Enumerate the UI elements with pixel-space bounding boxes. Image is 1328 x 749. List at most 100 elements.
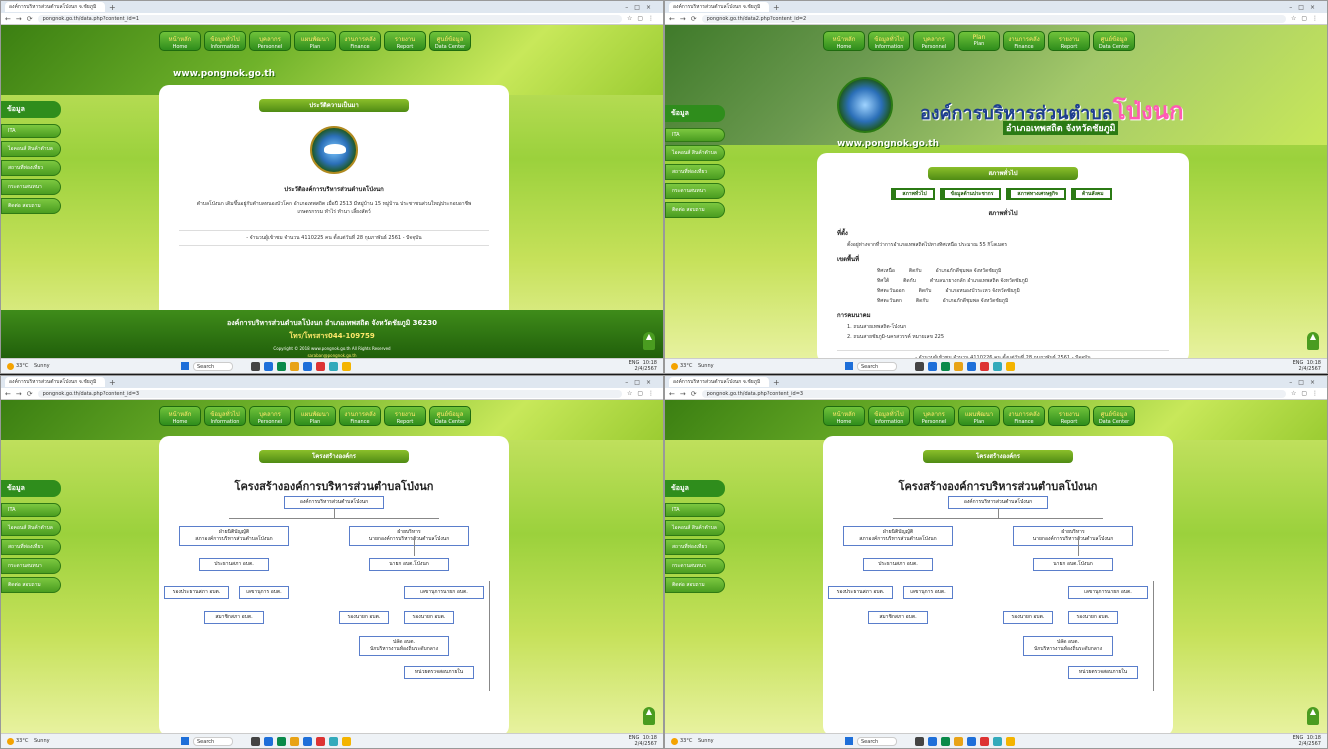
app-icon[interactable] bbox=[993, 736, 1002, 746]
sidebar-item-attractions[interactable]: สถานที่ท่องเที่ยว bbox=[665, 164, 725, 180]
app-icon[interactable] bbox=[303, 736, 312, 746]
sidebar-item-attractions[interactable]: สถานที่ท่องเที่ยว bbox=[1, 539, 61, 555]
sidebar-item-ita[interactable]: ITA bbox=[665, 503, 725, 517]
menu-personnel[interactable]: บุคลากร Personnel bbox=[913, 31, 955, 51]
system-tray[interactable]: ENG 10:18 2/4/2567 bbox=[1293, 735, 1327, 747]
menu-finance[interactable]: งานการคลัง Finance bbox=[1003, 406, 1045, 426]
menu-personnel[interactable]: บุคลากร Personnel bbox=[249, 31, 291, 51]
sidebar-item-contact[interactable]: ติดต่อ สอบถาม bbox=[1, 198, 61, 214]
app-icon[interactable] bbox=[264, 736, 273, 746]
weather-widget[interactable]: 33°C Sunny bbox=[1, 737, 61, 745]
menu-report[interactable]: รายงาน Report bbox=[384, 406, 426, 426]
window-controls[interactable]: –□× bbox=[625, 379, 663, 386]
browser-tab[interactable]: องค์การบริหารส่วนตำบลโป่งนก จ.ชัยภูมิ bbox=[5, 377, 105, 387]
menu-home[interactable]: หน้าหลัก Home bbox=[823, 31, 865, 51]
app-icon[interactable] bbox=[915, 736, 924, 746]
menu-personnel[interactable]: บุคลากร Personnel bbox=[913, 406, 955, 426]
app-icon[interactable] bbox=[928, 736, 937, 746]
app-icon[interactable] bbox=[251, 736, 260, 746]
app-icon[interactable] bbox=[928, 361, 937, 371]
sidebar-item-attractions[interactable]: สถานที่ท่องเที่ยว bbox=[665, 539, 725, 555]
new-tab-icon[interactable]: + bbox=[773, 378, 780, 387]
sidebar-item-forum[interactable]: กระดานสนทนา bbox=[665, 558, 725, 574]
tab-society[interactable]: ด้านสังคม bbox=[1073, 188, 1112, 200]
app-icon[interactable] bbox=[941, 361, 950, 371]
app-icon[interactable] bbox=[967, 736, 976, 746]
sidebar-item-contact[interactable]: ติดต่อ สอบถาม bbox=[665, 202, 725, 218]
menu-data-center[interactable]: ศูนย์ข้อมูล Data Center bbox=[1093, 406, 1135, 426]
windows-start-icon[interactable] bbox=[181, 737, 189, 745]
app-icon[interactable] bbox=[290, 361, 299, 371]
sidebar-item-products[interactable]: ไอคอนส์ สินค้าตำบล bbox=[665, 520, 725, 536]
toolbar-icons[interactable]: ☆▢⋮ bbox=[627, 390, 659, 397]
forward-icon[interactable]: → bbox=[680, 15, 686, 23]
taskbar-search[interactable]: Search bbox=[857, 361, 897, 371]
reload-icon[interactable]: ⟳ bbox=[27, 390, 33, 398]
scroll-top-icon[interactable]: ▲ bbox=[643, 707, 655, 725]
taskbar-search[interactable]: Search bbox=[857, 736, 897, 746]
menu-data-center[interactable]: ศูนย์ข้อมูล Data Center bbox=[1093, 31, 1135, 51]
sidebar-item-contact[interactable]: ติดต่อ สอบถาม bbox=[1, 577, 61, 593]
weather-widget[interactable]: 33°C Sunny bbox=[665, 362, 725, 370]
tab-population[interactable]: ข้อมูลด้านประชากร bbox=[942, 188, 1002, 200]
menu-report[interactable]: รายงาน Report bbox=[1048, 31, 1090, 51]
menu-plan[interactable]: แผนพัฒนา Plan bbox=[958, 406, 1000, 426]
system-tray[interactable]: ENG 10:18 2/4/2567 bbox=[1293, 360, 1327, 372]
app-icon[interactable] bbox=[941, 736, 950, 746]
toolbar-icons[interactable]: ☆▢⋮ bbox=[1291, 390, 1323, 397]
windows-start-icon[interactable] bbox=[845, 362, 853, 370]
app-icon[interactable] bbox=[954, 736, 963, 746]
app-icon[interactable] bbox=[290, 736, 299, 746]
scroll-top-icon[interactable]: ▲ bbox=[643, 332, 655, 350]
sidebar-item-forum[interactable]: กระดานสนทนา bbox=[665, 183, 725, 199]
menu-home[interactable]: หน้าหลัก Home bbox=[159, 31, 201, 51]
app-icon[interactable] bbox=[967, 361, 976, 371]
menu-information[interactable]: ข้อมูลทั่วไป Information bbox=[204, 31, 246, 51]
menu-information[interactable]: ข้อมูลทั่วไป Information bbox=[204, 406, 246, 426]
forward-icon[interactable]: → bbox=[680, 390, 686, 398]
menu-home[interactable]: หน้าหลัก Home bbox=[823, 406, 865, 426]
menu-plan[interactable]: Plan Plan bbox=[958, 31, 1000, 51]
taskbar-search[interactable]: Search bbox=[193, 361, 233, 371]
menu-home[interactable]: หน้าหลัก Home bbox=[159, 406, 201, 426]
browser-tab[interactable]: องค์การบริหารส่วนตำบลโป่งนก จ.ชัยภูมิ bbox=[669, 377, 769, 387]
app-icon[interactable] bbox=[264, 361, 273, 371]
sidebar-item-products[interactable]: ไอคอนส์ สินค้าตำบล bbox=[1, 520, 61, 536]
toolbar-icons[interactable]: ☆▢⋮ bbox=[1291, 15, 1323, 22]
app-icon[interactable] bbox=[316, 736, 325, 746]
app-icon[interactable] bbox=[329, 736, 338, 746]
sidebar-item-contact[interactable]: ติดต่อ สอบถาม bbox=[665, 577, 725, 593]
app-icon[interactable] bbox=[980, 361, 989, 371]
menu-plan[interactable]: แผนพัฒนา Plan bbox=[294, 31, 336, 51]
menu-report[interactable]: รายงาน Report bbox=[1048, 406, 1090, 426]
reload-icon[interactable]: ⟳ bbox=[27, 15, 33, 23]
tab-general[interactable]: สภาพทั่วไป bbox=[894, 188, 935, 200]
back-icon[interactable]: ← bbox=[669, 15, 675, 23]
weather-widget[interactable]: 33°C Sunny bbox=[665, 737, 725, 745]
menu-data-center[interactable]: ศูนย์ข้อมูล Data Center bbox=[429, 31, 471, 51]
menu-finance[interactable]: งานการคลัง Finance bbox=[339, 406, 381, 426]
sidebar-item-products[interactable]: ไอคอนส์ สินค้าตำบล bbox=[665, 145, 725, 161]
window-controls[interactable]: –□× bbox=[1289, 379, 1327, 386]
app-icon[interactable] bbox=[915, 361, 924, 371]
reload-icon[interactable]: ⟳ bbox=[691, 390, 697, 398]
forward-icon[interactable]: → bbox=[16, 390, 22, 398]
chrome-icon[interactable] bbox=[342, 361, 351, 371]
window-controls[interactable]: –□× bbox=[1289, 4, 1327, 11]
weather-widget[interactable]: 33°C Sunny bbox=[1, 362, 61, 370]
sidebar-item-ita[interactable]: ITA bbox=[665, 128, 725, 142]
new-tab-icon[interactable]: + bbox=[109, 3, 116, 12]
app-icon[interactable] bbox=[954, 361, 963, 371]
url-field[interactable]: pongnok.go.th/data.php?content_id=1 bbox=[37, 14, 622, 23]
scroll-top-icon[interactable]: ▲ bbox=[1307, 332, 1319, 350]
menu-finance[interactable]: งานการคลัง Finance bbox=[339, 31, 381, 51]
sidebar-item-forum[interactable]: กระดานสนทนา bbox=[1, 558, 61, 574]
taskbar-search[interactable]: Search bbox=[193, 736, 233, 746]
system-tray[interactable]: ENG 10:18 2/4/2567 bbox=[629, 360, 663, 372]
app-icon[interactable] bbox=[980, 736, 989, 746]
system-tray[interactable]: ENG 10:18 2/4/2567 bbox=[629, 735, 663, 747]
back-icon[interactable]: ← bbox=[5, 390, 11, 398]
forward-icon[interactable]: → bbox=[16, 15, 22, 23]
app-icon[interactable] bbox=[303, 361, 312, 371]
app-icon[interactable] bbox=[277, 361, 286, 371]
